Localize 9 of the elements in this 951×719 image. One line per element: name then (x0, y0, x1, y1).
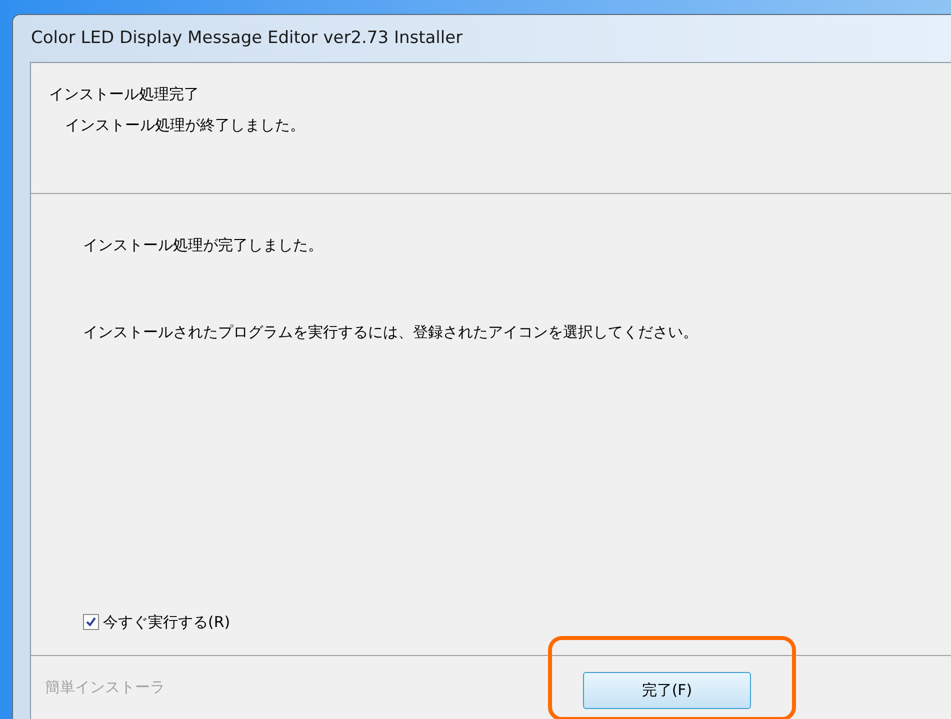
run-now-label[interactable]: 今すぐ実行する(R) (103, 610, 230, 633)
installer-brand: 簡単インストーラ (45, 677, 166, 698)
header-title: インストール処理完了 (49, 84, 200, 105)
finish-button[interactable]: 完了(F) (583, 672, 751, 709)
message-text: インストールされたプログラムを実行するには、登録されたアイコンを選択してください。 (83, 322, 699, 342)
run-now-checkbox[interactable] (83, 614, 99, 630)
header-subtitle: インストール処理が終了しました。 (64, 114, 306, 136)
window-title: Color LED Display Message Editor ver2.73 Installer (31, 26, 463, 50)
message-text: インストール処理が完了しました。 (83, 235, 324, 256)
